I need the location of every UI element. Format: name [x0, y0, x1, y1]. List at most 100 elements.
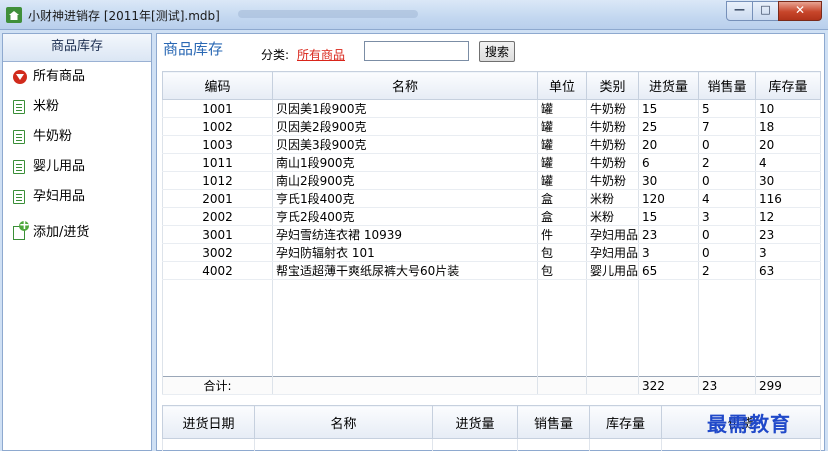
sidebar-item-label: 米粉 — [33, 99, 60, 114]
cell-category: 米粉 — [586, 207, 639, 226]
cell-name: 亨氏1段400克 — [272, 189, 538, 208]
table-row[interactable]: 3001 孕妇雪纺连衣裙 10939 件孕妇用品 23 0 23 — [162, 225, 821, 244]
sidebar-item-baby-products[interactable]: 婴儿用品 — [3, 152, 151, 182]
sidebar-item-milk-powder[interactable]: 牛奶粉 — [3, 122, 151, 152]
cell-name: 南山2段900克 — [272, 171, 538, 190]
cell-stock: 10 — [755, 99, 821, 118]
document-icon — [13, 190, 25, 204]
cell-name: 孕妇防辐射衣 101 — [272, 243, 538, 262]
cell-stock: 18 — [755, 117, 821, 136]
column-header-detail-sold[interactable]: 销售量 — [517, 405, 590, 439]
column-header-stock[interactable]: 库存量 — [755, 71, 821, 100]
sidebar-item-rice-flour[interactable]: 米粉 — [3, 92, 151, 122]
cell-stock: 20 — [755, 135, 821, 154]
cell-sold: 3 — [698, 207, 756, 226]
sidebar-item-all-products[interactable]: 所有商品 — [3, 62, 151, 92]
sidebar-item-label: 所有商品 — [33, 69, 86, 84]
cell-purchased: 25 — [638, 117, 699, 136]
cell-code: 1012 — [162, 171, 273, 190]
cell-name: 帮宝适超薄干爽纸尿裤大号60片装 — [272, 261, 538, 280]
category-filter-label: 分类: — [261, 48, 290, 62]
table-row[interactable]: 4002 帮宝适超薄干爽纸尿裤大号60片装包婴儿用品 65 2 63 — [162, 261, 821, 280]
search-input[interactable] — [364, 41, 469, 61]
add-document-icon — [13, 221, 29, 240]
cell-name: 南山1段900克 — [272, 153, 538, 172]
down-arrow-icon — [13, 70, 27, 84]
cell-sold: 2 — [698, 261, 756, 280]
table-row[interactable]: 1003 贝因美3段900克罐牛奶粉 20 0 20 — [162, 135, 821, 154]
cell-category: 孕妇用品 — [586, 243, 639, 262]
cell-category: 孕妇用品 — [586, 225, 639, 244]
column-header-detail-stock[interactable]: 库存量 — [589, 405, 662, 439]
table-row[interactable]: 2002 亨氏2段400克盒米粉 15 3 12 — [162, 207, 821, 226]
cell-sold: 0 — [698, 243, 756, 262]
table-total-row: 合计: 322 23 299 — [162, 376, 821, 395]
table-row[interactable]: 3002 孕妇防辐射衣 101 包孕妇用品 3 0 3 — [162, 243, 821, 262]
watermark: 最需教育 — [707, 412, 791, 436]
cell-sold: 5 — [698, 99, 756, 118]
cell-purchased: 15 — [638, 99, 699, 118]
minimize-button[interactable]: — — [726, 1, 753, 21]
column-header-purchase-date[interactable]: 进货日期 — [162, 405, 255, 439]
window-controls: — □ ✕ — [726, 1, 822, 21]
cell-unit: 罐 — [537, 135, 587, 154]
cell-category: 牛奶粉 — [586, 153, 639, 172]
inventory-table: 编码 名称 单位 类别 进货量 销售量 库存量 1001 贝因美1段900克罐牛奶… — [162, 71, 821, 395]
column-header-name[interactable]: 名称 — [272, 71, 538, 100]
cell-purchased: 23 — [638, 225, 699, 244]
table-header-row: 编码 名称 单位 类别 进货量 销售量 库存量 — [162, 71, 821, 100]
cell-name: 亨氏2段400克 — [272, 207, 538, 226]
table-row[interactable]: 1001 贝因美1段900克罐牛奶粉 15 5 10 — [162, 99, 821, 118]
column-header-detail-purchased[interactable]: 进货量 — [432, 405, 518, 439]
cell-code: 1002 — [162, 117, 273, 136]
total-sold: 23 — [698, 376, 756, 395]
column-header-purchased[interactable]: 进货量 — [638, 71, 699, 100]
cell-unit: 罐 — [537, 99, 587, 118]
blurred-title-region — [238, 10, 418, 18]
category-filter-link[interactable]: 所有商品 — [297, 46, 345, 63]
table-row[interactable]: 1002 贝因美2段900克罐牛奶粉 25 7 18 — [162, 117, 821, 136]
sidebar-item-label: 婴儿用品 — [33, 159, 86, 174]
table-row[interactable]: 1011 南山1段900克罐牛奶粉 6 2 4 — [162, 153, 821, 172]
cell-category: 牛奶粉 — [586, 117, 639, 136]
cell-stock: 12 — [755, 207, 821, 226]
sidebar: 商品库存 所有商品 米粉 牛奶粉 婴儿用品 孕妇用品 添加/进货 — [2, 33, 152, 451]
column-header-category[interactable]: 类别 — [586, 71, 639, 100]
cell-code: 1011 — [162, 153, 273, 172]
cell-stock: 116 — [755, 189, 821, 208]
sidebar-item-maternity-products[interactable]: 孕妇用品 — [3, 182, 151, 212]
cell-unit: 件 — [537, 225, 587, 244]
cell-unit: 盒 — [537, 207, 587, 226]
cell-unit: 包 — [537, 261, 587, 280]
column-header-detail-name[interactable]: 名称 — [254, 405, 433, 439]
search-button[interactable]: 搜索 — [479, 41, 515, 62]
maximize-icon: □ — [760, 3, 771, 16]
total-purchased: 322 — [638, 376, 699, 395]
main-panel: 商品库存 分类: 所有商品 搜索 编码 名称 单位 类别 进货量 销售量 库存量… — [156, 33, 825, 451]
add-purchase-button[interactable]: 添加/进货 — [3, 218, 151, 248]
cell-category: 米粉 — [586, 189, 639, 208]
cell-purchased: 30 — [638, 171, 699, 190]
close-icon: ✕ — [794, 3, 806, 17]
cell-code: 3002 — [162, 243, 273, 262]
table-row[interactable]: 1012 南山2段900克罐牛奶粉 30 0 30 — [162, 171, 821, 190]
cell-code: 2002 — [162, 207, 273, 226]
cell-code: 1003 — [162, 135, 273, 154]
column-header-sold[interactable]: 销售量 — [698, 71, 756, 100]
table-row[interactable]: 2001 亨氏1段400克盒米粉 120 4 116 — [162, 189, 821, 208]
cell-sold: 4 — [698, 189, 756, 208]
close-button[interactable]: ✕ — [778, 1, 822, 21]
cell-sold: 0 — [698, 135, 756, 154]
cell-category: 婴儿用品 — [586, 261, 639, 280]
cell-code: 4002 — [162, 261, 273, 280]
cell-purchased: 65 — [638, 261, 699, 280]
table-empty-area — [162, 279, 821, 377]
cell-name: 孕妇雪纺连衣裙 10939 — [272, 225, 538, 244]
sidebar-item-label: 孕妇用品 — [33, 189, 86, 204]
column-header-unit[interactable]: 单位 — [537, 71, 587, 100]
cell-code: 3001 — [162, 225, 273, 244]
maximize-button[interactable]: □ — [752, 1, 779, 21]
minimize-icon: — — [734, 3, 745, 16]
total-stock: 299 — [755, 376, 821, 395]
column-header-code[interactable]: 编码 — [162, 71, 273, 100]
